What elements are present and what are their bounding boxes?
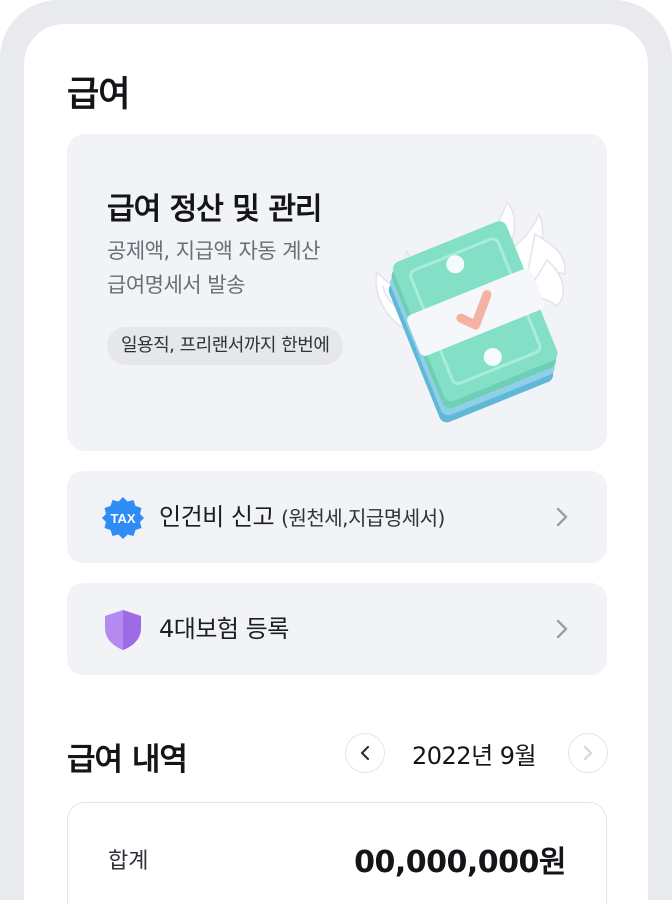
hero-chip: 일용직, 프리랜서까지 한번에 bbox=[107, 327, 344, 365]
chevron-right-icon bbox=[583, 745, 593, 761]
payroll-hero-card[interactable]: 급여 정산 및 관리 공제액, 지급액 자동 계산 급여명세서 발송 일용직, … bbox=[67, 134, 607, 451]
labor-cost-report-button[interactable]: TAX 인건비 신고 (원천세,지급명세서) bbox=[67, 471, 607, 563]
summary-amount: 00,000,000원 bbox=[354, 845, 566, 880]
hero-title: 급여 정산 및 관리 bbox=[107, 192, 323, 227]
history-title: 급여 내역 bbox=[67, 742, 188, 778]
menu-label-main: 인건비 신고 bbox=[159, 503, 275, 531]
prev-month-button[interactable] bbox=[345, 733, 385, 773]
chevron-left-icon bbox=[360, 745, 370, 761]
month-label: 2022년 9월 bbox=[412, 742, 537, 770]
menu-label-extra: (원천세,지급명세서) bbox=[281, 506, 445, 530]
tax-badge-icon: TAX bbox=[102, 497, 144, 539]
app-screen: 급여 급여 정산 및 관리 공제액, 지급액 자동 계산 급여명세서 발송 일용… bbox=[24, 24, 648, 904]
hero-subtitle-line: 급여명세서 발송 bbox=[107, 273, 245, 297]
payroll-summary-card[interactable]: 합계 00,000,000원 bbox=[67, 802, 607, 904]
menu-label: 4대보험 등록 bbox=[159, 583, 289, 675]
page-title: 급여 bbox=[67, 75, 130, 115]
chevron-right-icon bbox=[556, 619, 568, 639]
menu-label-main: 4대보험 등록 bbox=[159, 615, 289, 643]
hero-subtitle: 공제액, 지급액 자동 계산 급여명세서 발송 bbox=[107, 234, 320, 302]
social-insurance-register-button[interactable]: 4대보험 등록 bbox=[67, 583, 607, 675]
flying-money-icon bbox=[375, 200, 566, 423]
chevron-right-icon bbox=[556, 507, 568, 527]
tax-badge-text: TAX bbox=[110, 511, 135, 526]
next-month-button[interactable] bbox=[568, 733, 608, 773]
summary-label: 합계 bbox=[108, 849, 149, 874]
shield-icon bbox=[105, 610, 141, 650]
hero-subtitle-line: 공제액, 지급액 자동 계산 bbox=[107, 239, 320, 263]
menu-label: 인건비 신고 (원천세,지급명세서) bbox=[159, 471, 445, 563]
